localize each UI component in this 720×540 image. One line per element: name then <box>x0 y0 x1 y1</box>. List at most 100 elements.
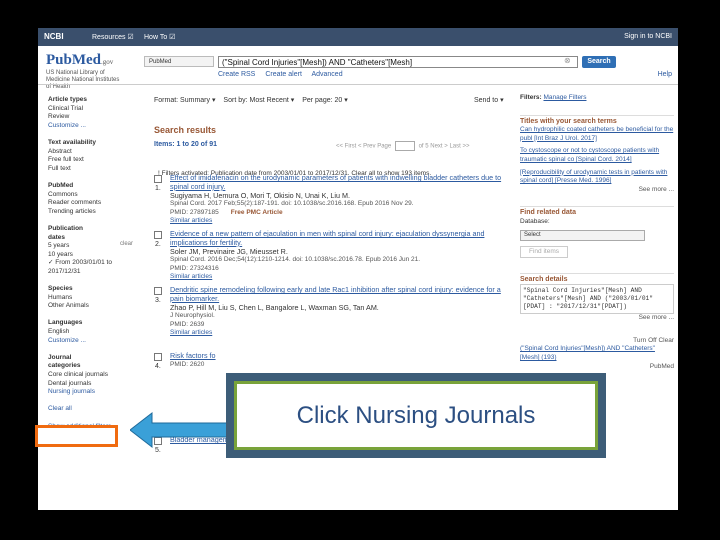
filter-item[interactable]: Other Animals <box>48 302 138 311</box>
result-authors: Zhao P, Hill M, Liu S, Chen L, Bangalore… <box>170 302 379 312</box>
related-data-heading: Find related data <box>520 206 674 218</box>
result-title-link[interactable]: Risk factors fo <box>170 351 514 361</box>
result-title-link[interactable]: Evidence of a new pattern of ejaculation… <box>170 229 514 248</box>
pager-prev[interactable]: < Prev <box>358 144 376 150</box>
result-pmid-row: PMID: 27897185 Free PMC Article <box>170 209 514 218</box>
manage-filters-link[interactable]: Manage Filters <box>543 94 586 101</box>
result-title-link[interactable]: Dendritic spine remodeling following ear… <box>170 285 514 304</box>
filter-item <box>48 276 138 285</box>
similar-articles-link[interactable]: Similar articles <box>170 217 514 226</box>
filter-item[interactable]: ✓ From 2003/01/01 to <box>48 259 138 268</box>
filter-item[interactable]: Clinical Trial <box>48 105 138 114</box>
filter-item[interactable]: 10 years <box>48 251 138 260</box>
publication-dates-clear[interactable]: clear <box>120 241 133 247</box>
similar-articles-link[interactable]: Similar articles <box>170 329 514 338</box>
result-checkbox[interactable] <box>154 287 162 295</box>
ncbi-top-bar: NCBI Resources ☑ How To ☑ Sign in to NCB… <box>38 28 678 46</box>
related-database-select[interactable]: Select <box>520 229 645 241</box>
signin-link[interactable]: Sign in to NCBI <box>624 33 672 40</box>
result-pmid-row: PMID: 27324316 <box>170 265 514 274</box>
advanced-link[interactable]: Advanced <box>311 71 342 78</box>
filter-item[interactable]: Core clinical journals <box>48 371 138 380</box>
pager-next[interactable]: Next > <box>430 144 448 150</box>
database-row: Database: <box>520 218 674 227</box>
filter-item: Text availability <box>48 138 96 146</box>
result-number: 3. <box>155 297 161 304</box>
filter-item[interactable]: Commons <box>48 191 138 200</box>
filter-item[interactable]: Clear all <box>48 405 138 414</box>
free-pmc-link[interactable]: Free PMC Article <box>231 209 283 216</box>
results-title: Search results <box>154 125 217 135</box>
filter-item: Languages <box>48 319 83 327</box>
recent-activity-controls[interactable]: Turn Off Clear <box>520 337 674 346</box>
sendto-dropdown[interactable]: Send to ▾ <box>474 96 504 104</box>
similar-articles-link[interactable]: Similar articles <box>170 273 514 282</box>
filter-item[interactable]: 2017/12/31 <box>48 268 138 277</box>
filter-item <box>48 130 138 139</box>
result-checkbox[interactable] <box>154 175 162 183</box>
result-number: 2. <box>155 241 161 248</box>
titles-heading: Titles with your search terms <box>520 114 674 127</box>
pager-of: of 5 <box>418 143 429 150</box>
help-link[interactable]: Help <box>658 71 672 78</box>
filter-item: Publication <box>48 224 84 232</box>
resources-menu[interactable]: Resources ☑ <box>92 33 134 41</box>
filters-manage: Filters: Manage Filters <box>520 94 587 101</box>
filter-item <box>48 311 138 320</box>
sort-dropdown[interactable]: Sort by: Most Recent ▾ <box>223 97 294 104</box>
result-item: 4. Risk factors fo PMID: 2620 <box>154 351 514 370</box>
filter-item[interactable]: Nursing journals <box>48 388 138 397</box>
result-number: 1. <box>155 185 161 192</box>
database-select[interactable]: PubMed <box>144 56 214 67</box>
title-suggestion[interactable]: [Reproducibility of urodynamic tests in … <box>520 169 674 186</box>
filter-item[interactable]: Free full text <box>48 156 138 165</box>
create-alert-link[interactable]: Create alert <box>265 71 302 78</box>
clear-search-icon[interactable]: ⊗ <box>564 56 571 65</box>
result-authors: Soler JM, Previnaire JG, Mieusset R. <box>170 246 288 256</box>
pager-page-input[interactable] <box>394 141 415 151</box>
filter-sidebar: Article types Clinical Trial Review Customi… <box>48 96 138 431</box>
result-pmid: PMID: 27897185 <box>170 208 219 216</box>
howto-menu[interactable]: How To ☑ <box>144 33 175 41</box>
result-number: 4. <box>155 363 161 370</box>
filter-item[interactable]: Dental journals <box>48 380 138 389</box>
right-column: Filters: Manage Filters Titles with your… <box>520 94 674 371</box>
result-title-link[interactable]: Effect of imidafenacin on the urodynamic… <box>170 173 514 192</box>
filter-item[interactable]: Trending articles <box>48 208 138 217</box>
result-checkbox[interactable] <box>154 353 162 361</box>
create-rss-link[interactable]: Create RSS <box>218 71 255 78</box>
find-items-button[interactable]: Find items <box>520 245 568 258</box>
ncbi-logo[interactable]: NCBI <box>44 32 64 41</box>
callout-text: Click Nursing Journals <box>296 402 536 429</box>
pager-first[interactable]: << First <box>336 144 356 150</box>
recent-query[interactable]: ("Spinal Cord Injuries"[Mesh]) AND "Cath… <box>520 345 674 362</box>
pager-last[interactable]: Last >> <box>449 144 469 150</box>
title-suggestion[interactable]: Can hydrophilic coated catheters be bene… <box>520 126 674 143</box>
format-dropdown[interactable]: Format: Summary ▾ <box>154 97 215 104</box>
pager-page-label: Page <box>377 143 392 150</box>
filter-item[interactable]: Humans <box>48 294 138 303</box>
result-authors: Sugiyama H, Uemura O, Mori T, Okisio N, … <box>170 190 351 200</box>
see-more-link[interactable]: See more ... <box>520 186 674 195</box>
search-details-box: "Spinal Cord Injuries"[Mesh] AND "Cathet… <box>520 284 674 315</box>
filter-item[interactable]: Full text <box>48 165 138 174</box>
result-citation: Spinal Cord. 2016 Dec;54(12):1210-1214. … <box>170 256 421 264</box>
result-item: 2. Evidence of a new pattern of ejaculati… <box>154 229 514 282</box>
filter-item[interactable]: Customize ... <box>48 337 138 346</box>
nursing-journals-highlight <box>35 425 118 447</box>
search-input[interactable]: ("Spinal Cord Injuries"[Mesh]) AND "Cath… <box>218 56 578 68</box>
result-checkbox[interactable] <box>154 231 162 239</box>
filter-item[interactable]: English <box>48 328 138 337</box>
filter-item[interactable]: Review <box>48 113 138 122</box>
result-citation: J Neurophysiol. <box>170 312 215 320</box>
result-pmid: PMID: 2620 <box>170 360 205 368</box>
search-button[interactable]: Search <box>582 56 616 68</box>
filter-item[interactable]: Abstract <box>48 148 138 157</box>
perpage-dropdown[interactable]: Per page: 20 ▾ <box>302 97 348 104</box>
filter-item[interactable]: Customize ... <box>48 122 138 131</box>
see-more-link[interactable]: See more ... <box>520 314 674 323</box>
filter-item[interactable]: Reader comments <box>48 199 138 208</box>
title-suggestion[interactable]: To cystoscope or not to cystoscope patie… <box>520 147 674 164</box>
pubmed-logo[interactable]: PubMed.gov <box>46 52 113 69</box>
result-pmid-row: PMID: 2620 <box>170 361 514 370</box>
